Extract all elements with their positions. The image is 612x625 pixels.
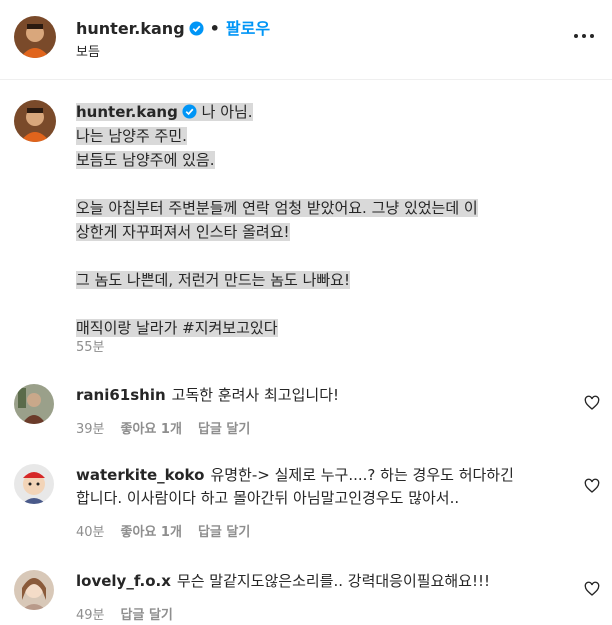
commenter-avatar[interactable] (14, 570, 54, 610)
caption-line: 그 놈도 나쁜데, 저런거 만드는 놈도 나빠요! (76, 271, 350, 289)
comment-time[interactable]: 39분 (76, 422, 105, 437)
caption-text: hunter.kang 나 아님. 나는 남양주 주민. 보듬도 남양주에 있음… (76, 100, 586, 340)
more-options-icon[interactable] (572, 28, 596, 44)
comment-likes[interactable]: 좋아요 1개 (121, 422, 182, 437)
comment-body: lovely_f.o.x 무슨 말같지도않은소리를.. 강력대응이필요해요!!! (76, 570, 576, 593)
heart-outline-icon[interactable] (584, 395, 600, 411)
caption-timestamp[interactable]: 55분 (76, 336, 105, 355)
follow-button[interactable]: 팔로우 (226, 19, 270, 38)
commenter-username[interactable]: rani61shin (76, 386, 166, 404)
caption-line: 보듬도 남양주에 있음. (76, 151, 215, 169)
reply-button[interactable]: 답글 달기 (121, 608, 173, 623)
caption-avatar[interactable] (14, 100, 56, 142)
commenter-avatar[interactable] (14, 464, 54, 504)
comment-likes[interactable]: 좋아요 1개 (121, 525, 182, 540)
verified-badge-icon (189, 21, 204, 36)
commenter-avatar[interactable] (14, 384, 54, 424)
comment-item: waterkite_koko 유명한-> 실제로 누구....? 하는 경우도 허… (0, 464, 612, 540)
author-username[interactable]: hunter.kang (76, 19, 185, 38)
comment-text: 유명한-> 실제로 누구....? 하는 경우도 허다하긴 (210, 466, 514, 484)
comment-body: rani61shin 고독한 훈려사 최고입니다! (76, 384, 576, 407)
caption-line: 오늘 아침부터 주변분들께 연락 엄청 받았어요. 그냥 있었는데 이 (76, 199, 478, 217)
commenter-username[interactable]: waterkite_koko (76, 466, 204, 484)
comment-body: waterkite_koko 유명한-> 실제로 누구....? 하는 경우도 허… (76, 464, 576, 510)
caption-line: 나는 남양주 주민. (76, 127, 187, 145)
heart-outline-icon[interactable] (584, 581, 600, 597)
comment-item: rani61shin 고독한 훈려사 최고입니다! 39분 좋아요 1개 답글 달기 (0, 384, 612, 454)
reply-button[interactable]: 답글 달기 (198, 525, 250, 540)
comment-text: 고독한 훈려사 최고입니다! (171, 386, 340, 404)
comment-meta: 49분 답글 달기 (76, 604, 189, 623)
reply-button[interactable]: 답글 달기 (198, 422, 250, 437)
separator-dot: • (209, 19, 220, 38)
caption-hashtag-line: 매직이랑 날라가 #지켜보고있다 (76, 319, 278, 337)
author-avatar[interactable] (14, 16, 56, 58)
comment-meta: 40분 좋아요 1개 답글 달기 (76, 521, 266, 540)
verified-badge-icon (182, 104, 197, 119)
caption-line: 상한게 자꾸퍼져서 인스타 올려요! (76, 223, 290, 241)
author-line: hunter.kang • 팔로우 (76, 15, 270, 39)
location-link[interactable]: 보듬 (76, 41, 100, 60)
comment-meta: 39분 좋아요 1개 답글 달기 (76, 418, 266, 437)
commenter-username[interactable]: lovely_f.o.x (76, 572, 171, 590)
heart-outline-icon[interactable] (584, 478, 600, 494)
comment-text-continued: 합니다. 이사람이다 하고 몰아간뒤 아님말고인경우도 많아서.. (76, 489, 460, 507)
comment-time[interactable]: 49분 (76, 608, 105, 623)
post-header: hunter.kang • 팔로우 보듬 (0, 0, 612, 80)
comment-text: 무슨 말같지도않은소리를.. 강력대응이필요해요!!! (176, 572, 491, 590)
caption-username[interactable]: hunter.kang (76, 103, 178, 121)
comment-time[interactable]: 40분 (76, 525, 105, 540)
comment-item: lovely_f.o.x 무슨 말같지도않은소리를.. 강력대응이필요해요!!! … (0, 570, 612, 625)
caption-line: 나 아님. (201, 103, 253, 121)
